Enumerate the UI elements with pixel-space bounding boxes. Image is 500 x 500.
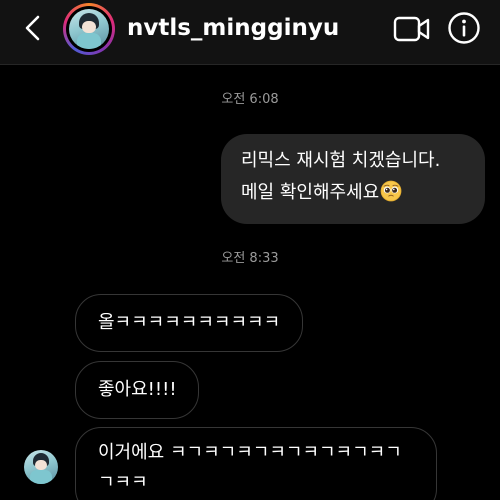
message-text: 이거에요 ㅋㄱㅋㄱㅋㄱㅋㄱㅋㄱㅋㄱㅋㄱ [98,442,402,463]
message-text: 리믹스 재시험 치겠습니다. [241,150,441,171]
dm-screen: nvtls_mingginyu 오전 6:08 리믹스 재시험 치겠습니다. 메… [0,0,500,500]
received-message-bubble[interactable]: 좋아요!!!! [75,361,199,419]
received-message-bubble[interactable]: 이거에요 ㅋㄱㅋㄱㅋㄱㅋㄱㅋㄱㅋㄱㅋㄱ ㄱㅋㅋ [75,427,437,500]
message-text: 올ㅋㅋㅋㅋㅋㅋㅋㅋㅋㅋ [98,312,281,333]
info-button[interactable] [447,11,481,45]
message-timestamp: 오전 8:33 [221,251,279,266]
message-text: ㄱㅋㅋ [98,472,148,493]
chat-username[interactable]: nvtls_mingginyu [127,12,339,44]
video-camera-icon [393,16,430,42]
sent-message-bubble[interactable]: 리믹스 재시험 치겠습니다. 메일 확인해주세요 [221,134,485,224]
message-text: 메일 확인해주세요 [241,182,380,203]
chat-header: nvtls_mingginyu [0,0,500,65]
avatar-image [69,9,109,49]
received-message-bubble[interactable]: 올ㅋㅋㅋㅋㅋㅋㅋㅋㅋㅋ [75,294,303,352]
pleading-face-emoji [380,180,402,213]
message-text: 좋아요!!!! [98,379,177,400]
back-button[interactable] [18,12,50,44]
video-call-button[interactable] [393,14,431,44]
sender-avatar[interactable] [24,450,58,484]
message-timestamp: 오전 6:08 [221,92,279,107]
chevron-left-icon [25,15,40,41]
info-icon [448,12,480,44]
profile-avatar[interactable] [63,3,115,55]
